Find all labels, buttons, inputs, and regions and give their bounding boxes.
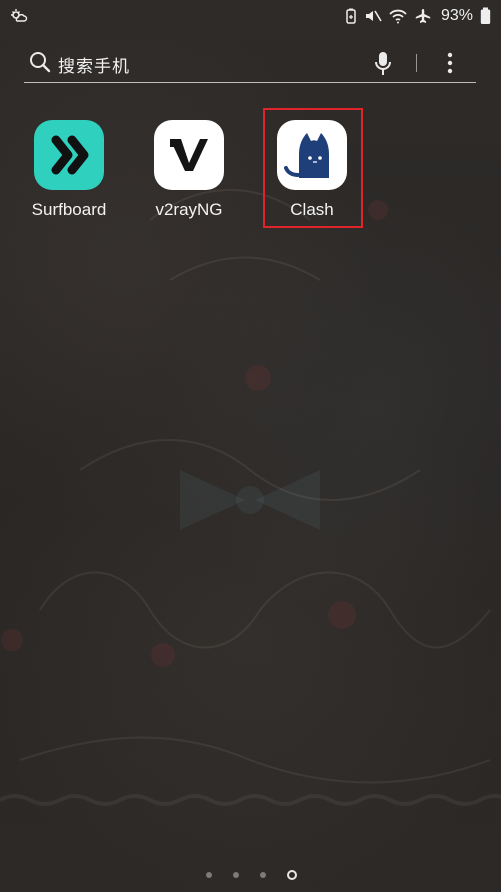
status-bar: 93% [0, 0, 501, 32]
page-dot-2[interactable] [233, 872, 239, 878]
v2rayng-icon[interactable] [154, 120, 224, 190]
app-clash[interactable]: Clash [257, 120, 367, 230]
app-label-surfboard[interactable]: Surfboard [14, 200, 124, 220]
battery-saver-icon [345, 8, 357, 25]
page-dot-4-active[interactable] [287, 870, 297, 880]
status-right-icons: 93% [345, 7, 491, 25]
app-surfboard[interactable]: Surfboard [14, 120, 124, 230]
search-placeholder[interactable]: 搜索手机 [58, 52, 130, 77]
airplane-mode-icon [414, 8, 432, 24]
battery-icon [480, 7, 491, 25]
weather-sun-cloud-icon [10, 8, 28, 24]
wifi-icon [389, 9, 407, 24]
battery-percent: 93% [440, 7, 473, 24]
more-options-icon[interactable] [442, 51, 458, 75]
search-bar[interactable]: 搜索手机 [24, 44, 476, 83]
search-icon[interactable] [28, 50, 52, 74]
search-divider [416, 54, 417, 72]
mic-icon[interactable] [372, 51, 394, 77]
page-dot-3[interactable] [260, 872, 266, 878]
app-label-v2rayng[interactable]: v2rayNG [134, 200, 244, 220]
status-left-icons [10, 8, 28, 24]
app-v2rayng[interactable]: v2rayNG [134, 120, 244, 230]
clash-cat-icon[interactable] [277, 120, 347, 190]
surfboard-icon[interactable] [34, 120, 104, 190]
app-label-clash[interactable]: Clash [257, 200, 367, 220]
mute-icon [364, 8, 382, 24]
page-indicator [0, 868, 501, 882]
page-dot-1[interactable] [206, 872, 212, 878]
